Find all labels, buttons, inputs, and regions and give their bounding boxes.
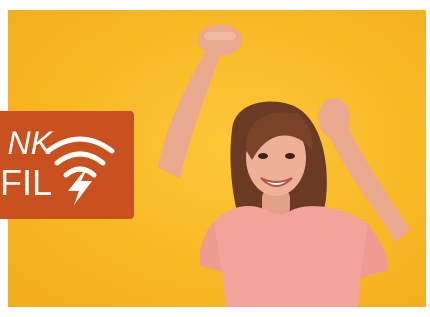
banner: NK FIL [0, 0, 430, 317]
wifi-lightning-icon [45, 136, 115, 205]
brand-badge: NK FIL [0, 111, 134, 219]
